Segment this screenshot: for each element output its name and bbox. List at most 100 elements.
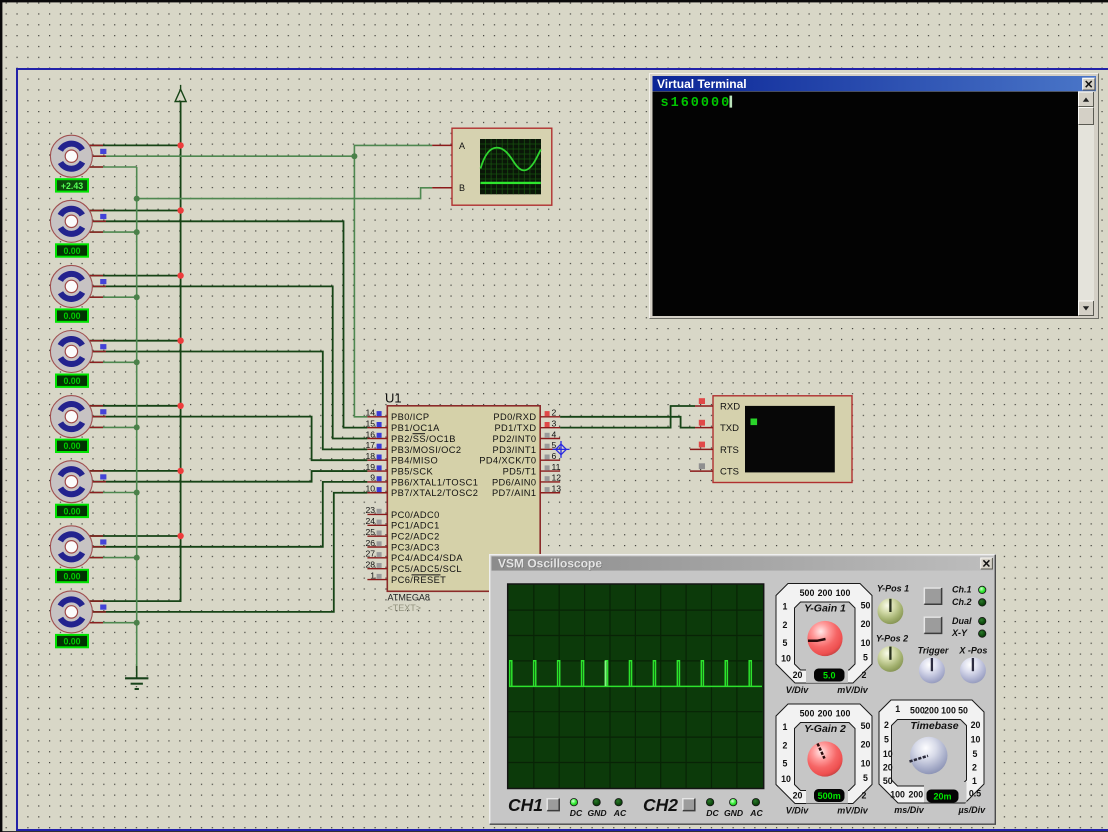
- svg-text:PC2/ADC2: PC2/ADC2: [391, 532, 440, 542]
- svg-text:1: 1: [783, 602, 788, 612]
- svg-text:10: 10: [781, 774, 791, 784]
- svg-text:PD6/AIN0: PD6/AIN0: [492, 477, 537, 487]
- svg-text:9: 9: [370, 473, 375, 483]
- svg-text:PB1/OC1A: PB1/OC1A: [391, 423, 440, 433]
- svg-text:2: 2: [862, 791, 867, 801]
- svg-text:0.00: 0.00: [63, 571, 80, 581]
- svg-text:20: 20: [793, 791, 803, 801]
- svg-text:23: 23: [365, 505, 375, 515]
- svg-text:15: 15: [365, 419, 375, 429]
- svg-text:PB4/MISO: PB4/MISO: [391, 456, 438, 466]
- svg-text:2: 2: [783, 741, 788, 751]
- svg-text:1: 1: [972, 776, 977, 786]
- svg-text:Ch.1: Ch.1: [952, 585, 972, 595]
- svg-text:5: 5: [783, 638, 788, 648]
- svg-text:Y-Gain 1: Y-Gain 1: [804, 603, 846, 615]
- svg-text:24: 24: [365, 516, 375, 526]
- svg-text:20: 20: [861, 619, 871, 629]
- svg-text:10: 10: [781, 654, 791, 664]
- svg-text:11: 11: [552, 462, 561, 472]
- svg-text:PC0/ADC0: PC0/ADC0: [391, 510, 440, 520]
- svg-text:PD2/INT0: PD2/INT0: [492, 434, 536, 444]
- svg-text:AC: AC: [613, 808, 627, 818]
- svg-text:PB7/XTAL2/TOSC2: PB7/XTAL2/TOSC2: [391, 488, 478, 498]
- svg-text:U1: U1: [385, 391, 402, 406]
- svg-text:5.0: 5.0: [823, 671, 836, 681]
- svg-text:1: 1: [895, 704, 900, 714]
- svg-text:20: 20: [971, 720, 981, 730]
- svg-text:Timebase: Timebase: [910, 720, 958, 732]
- svg-text:PC5/ADC5/SCL: PC5/ADC5/SCL: [391, 564, 462, 574]
- svg-text:100: 100: [890, 789, 905, 799]
- svg-text:µs/Div: µs/Div: [957, 805, 986, 815]
- svg-text:A: A: [459, 141, 465, 151]
- svg-text:26: 26: [365, 538, 375, 548]
- svg-text:100: 100: [836, 588, 851, 598]
- svg-text:10: 10: [365, 484, 375, 494]
- svg-text:s160000: s160000: [661, 96, 732, 111]
- svg-text:CTS: CTS: [720, 467, 739, 478]
- svg-text:17: 17: [365, 440, 375, 450]
- svg-text:1: 1: [370, 570, 375, 580]
- svg-text:GND: GND: [724, 808, 743, 818]
- svg-text:200: 200: [818, 588, 833, 598]
- svg-text:RXD: RXD: [720, 402, 740, 413]
- svg-text:VSM Oscilloscope: VSM Oscilloscope: [498, 557, 602, 571]
- svg-text:5: 5: [973, 749, 978, 759]
- svg-text:Virtual Terminal: Virtual Terminal: [657, 77, 747, 91]
- svg-text:PD5/T1: PD5/T1: [503, 466, 537, 476]
- svg-text:50: 50: [958, 706, 968, 716]
- svg-text:PC6/RESET: PC6/RESET: [391, 575, 446, 585]
- svg-text:500m: 500m: [818, 791, 841, 801]
- svg-text:18: 18: [365, 451, 375, 461]
- svg-text:Y-Gain 2: Y-Gain 2: [804, 723, 846, 735]
- svg-text:0.00: 0.00: [63, 311, 80, 321]
- svg-text:10: 10: [861, 758, 871, 768]
- svg-text:PD3/INT1: PD3/INT1: [492, 445, 536, 455]
- svg-text:PD1/TXD: PD1/TXD: [494, 423, 536, 433]
- svg-text:Trigger: Trigger: [918, 645, 949, 655]
- svg-text:10: 10: [971, 735, 981, 745]
- svg-text:CH1: CH1: [508, 795, 543, 815]
- svg-text:50: 50: [861, 601, 871, 611]
- svg-text:CH2: CH2: [643, 795, 678, 815]
- svg-text:<TEXT>: <TEXT>: [388, 603, 422, 613]
- svg-text:Y-Pos 2: Y-Pos 2: [876, 633, 908, 643]
- svg-text:20: 20: [861, 740, 871, 750]
- svg-text:3: 3: [552, 419, 557, 429]
- svg-text:DC: DC: [706, 808, 719, 818]
- svg-text:0.00: 0.00: [63, 637, 80, 647]
- svg-text:0.00: 0.00: [63, 506, 80, 516]
- svg-text:PB6/XTAL1/TOSC1: PB6/XTAL1/TOSC1: [391, 477, 478, 487]
- svg-text:PB5/SCK: PB5/SCK: [391, 466, 433, 476]
- svg-text:50: 50: [861, 721, 871, 731]
- svg-text:20: 20: [793, 670, 803, 680]
- svg-text:5: 5: [863, 652, 868, 662]
- svg-text:V/Div: V/Div: [786, 685, 810, 695]
- svg-text:5: 5: [783, 758, 788, 768]
- svg-text:PC4/ADC4/SDA: PC4/ADC4/SDA: [391, 553, 463, 563]
- svg-text:ms/Div: ms/Div: [894, 805, 925, 815]
- svg-text:RTS: RTS: [720, 445, 739, 456]
- svg-text:DC: DC: [570, 808, 583, 818]
- svg-text:6: 6: [552, 451, 557, 461]
- svg-text:mV/Div: mV/Div: [837, 685, 869, 695]
- svg-text:0.00: 0.00: [63, 441, 80, 451]
- svg-text:500: 500: [800, 709, 815, 719]
- svg-text:Dual: Dual: [952, 616, 972, 626]
- svg-text:14: 14: [365, 408, 375, 418]
- svg-text:12: 12: [552, 473, 562, 483]
- svg-text:PD7/AIN1: PD7/AIN1: [492, 488, 537, 498]
- svg-text:200: 200: [908, 789, 923, 799]
- svg-text:GND: GND: [587, 808, 606, 818]
- svg-text:Y-Pos 1: Y-Pos 1: [877, 584, 909, 594]
- svg-text:10: 10: [883, 749, 893, 759]
- svg-text:2: 2: [972, 763, 977, 773]
- svg-text:ATMEGA8: ATMEGA8: [388, 593, 430, 603]
- svg-text:2: 2: [884, 720, 889, 730]
- svg-text:1: 1: [783, 722, 788, 732]
- svg-text:19: 19: [365, 462, 375, 472]
- svg-text:28: 28: [365, 560, 375, 570]
- svg-text:200: 200: [818, 709, 833, 719]
- svg-text:Ch.2: Ch.2: [952, 597, 972, 607]
